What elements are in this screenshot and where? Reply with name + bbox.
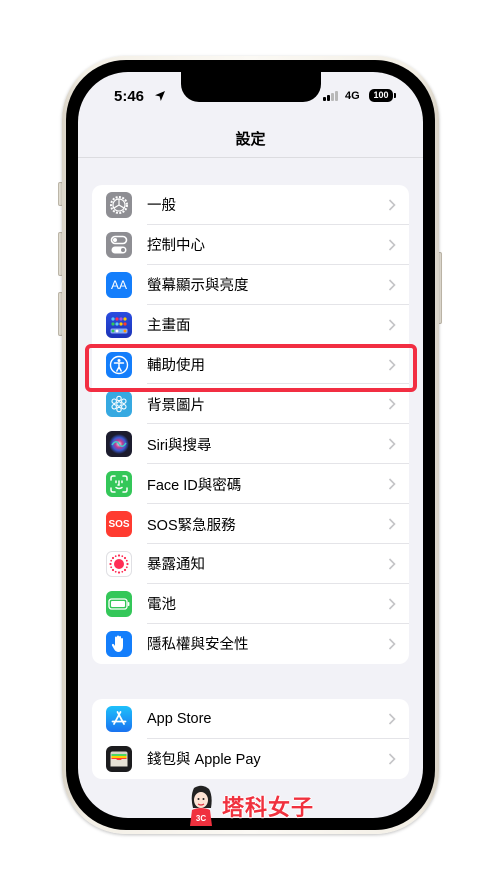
settings-row-accessibility[interactable]: 輔助使用 <box>92 345 409 385</box>
page-title: 設定 <box>235 131 266 148</box>
battery-tip <box>394 93 396 98</box>
settings-row-privacy-security[interactable]: 隱私權與安全性 <box>92 624 409 664</box>
settings-group-main: 一般 控制中心 AA 螢幕顯示與亮度 主畫面 輔助使用 背景圖片 Siri與搜尋… <box>92 185 409 664</box>
watermark-text: 塔科女子 <box>222 795 315 820</box>
status-bar: 5:46 4G 100 <box>78 86 423 108</box>
status-time: 5:46 <box>114 88 145 105</box>
chevron-right-icon <box>388 319 396 331</box>
settings-screen: 5:46 4G 100 設定 一般 控制中心 AA 螢幕顯示與亮度 主畫面 輔助… <box>78 72 423 818</box>
settings-row-exposure-notifications[interactable]: 暴露通知 <box>92 544 409 584</box>
settings-row-label: App Store <box>147 710 212 727</box>
settings-row-label: 錢包與 Apple Pay <box>147 752 261 769</box>
settings-row-label: 螢幕顯示與亮度 <box>147 278 249 295</box>
chevron-right-icon <box>388 558 396 570</box>
settings-row-wallpaper[interactable]: 背景圖片 <box>92 384 409 425</box>
settings-row-face-id-passcode[interactable]: Face ID與密碼 <box>92 464 409 505</box>
settings-row-label: 背景圖片 <box>147 397 205 414</box>
cellular-signal-icon <box>323 91 339 101</box>
settings-row-label: SOS緊急服務 <box>147 517 236 534</box>
settings-row-battery[interactable]: 電池 <box>92 584 409 624</box>
chevron-right-icon <box>388 438 396 450</box>
accessibility-icon <box>106 351 132 378</box>
sos-icon: SOS <box>106 511 132 538</box>
chevron-right-icon <box>388 753 396 765</box>
settings-row-general[interactable]: 一般 <box>92 185 409 225</box>
watermark-mascot-icon: 3C <box>190 785 212 826</box>
settings-row-display-brightness[interactable]: AA 螢幕顯示與亮度 <box>92 265 409 305</box>
settings-row-label: Siri與搜尋 <box>147 437 212 454</box>
settings-row-label: 控制中心 <box>147 238 205 255</box>
chevron-right-icon <box>388 358 396 371</box>
chevron-right-icon <box>388 239 396 251</box>
home-screen-icon <box>106 311 132 338</box>
app-store-icon <box>106 705 132 732</box>
settings-row-app-store[interactable]: App Store <box>92 699 409 739</box>
siri-icon <box>106 431 132 458</box>
nav-divider <box>78 157 423 158</box>
text-size-glyph: AA <box>110 277 127 292</box>
text-size-icon: AA <box>106 271 132 298</box>
wallet-icon <box>106 745 132 772</box>
settings-row-control-center[interactable]: 控制中心 <box>92 225 409 265</box>
network-type: 4G <box>345 90 360 102</box>
chevron-right-icon <box>388 279 396 291</box>
chevron-right-icon <box>388 199 396 211</box>
settings-row-label: 一般 <box>147 198 176 215</box>
settings-row-label: 電池 <box>147 597 176 614</box>
gear-icon <box>106 191 132 218</box>
chevron-right-icon <box>388 478 396 490</box>
settings-row-label: Face ID與密碼 <box>147 477 242 494</box>
watermark: 3C 塔科女子 <box>182 784 327 828</box>
settings-row-siri-search[interactable]: Siri與搜尋 <box>92 424 409 465</box>
settings-row-emergency-sos[interactable]: SOS SOS緊急服務 <box>92 504 409 545</box>
wallpaper-flower-icon <box>106 391 132 418</box>
settings-row-wallet-apple-pay[interactable]: 錢包與 Apple Pay <box>92 739 409 779</box>
settings-row-label: 輔助使用 <box>147 358 205 374</box>
settings-group-store: App Store 錢包與 Apple Pay <box>92 699 409 779</box>
toggles-icon <box>106 231 132 258</box>
chevron-right-icon <box>388 713 396 725</box>
battery-indicator: 100 <box>369 89 393 102</box>
settings-row-label: 隱私權與安全性 <box>147 637 249 654</box>
watermark-badge: 3C <box>196 814 206 823</box>
chevron-right-icon <box>388 398 396 410</box>
hand-privacy-icon <box>106 630 132 657</box>
chevron-right-icon <box>388 518 396 530</box>
chevron-right-icon <box>388 638 396 650</box>
settings-row-label: 暴露通知 <box>147 557 205 574</box>
face-id-icon <box>106 471 132 498</box>
exposure-notification-icon <box>106 550 132 577</box>
chevron-right-icon <box>388 598 396 610</box>
settings-row-label: 主畫面 <box>147 318 191 335</box>
settings-row-home-screen[interactable]: 主畫面 <box>92 305 409 345</box>
sos-glyph: SOS <box>108 518 130 530</box>
battery-icon <box>106 590 132 617</box>
location-arrow-icon <box>155 91 165 101</box>
